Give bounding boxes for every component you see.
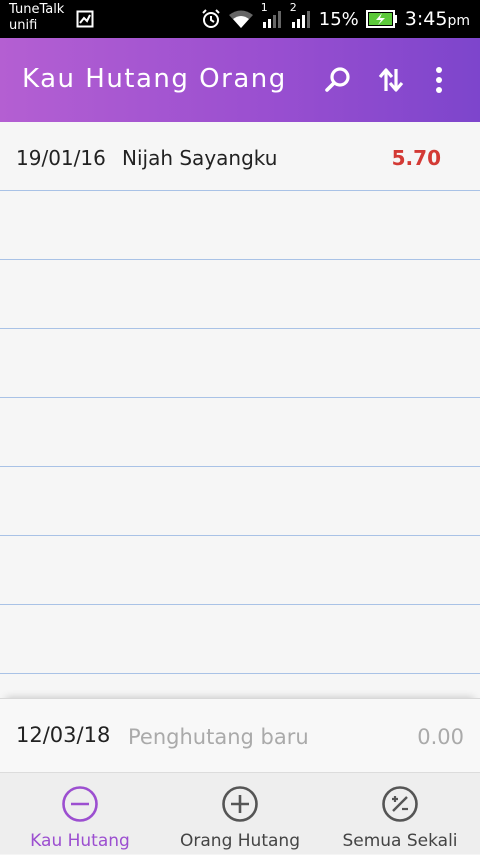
search-icon[interactable] <box>320 62 356 98</box>
percent-circle-icon <box>381 785 419 827</box>
new-debtor-input[interactable]: Penghutang baru <box>128 725 309 749</box>
tab-label: Semua Sekali <box>342 831 458 851</box>
gallery-notification-icon <box>76 10 94 32</box>
battery-percent: 15% <box>318 8 359 30</box>
sim2-label: 2 <box>289 1 297 14</box>
battery-charging-icon <box>365 10 398 28</box>
tab-kau-hutang[interactable]: Kau Hutang <box>30 773 130 855</box>
empty-row <box>0 191 480 260</box>
signal-sim2-icon: 2 <box>290 1 312 29</box>
empty-row <box>0 536 480 605</box>
new-entry-bar: 12/03/18 Penghutang baru 0.00 <box>0 698 480 772</box>
tab-orang-hutang[interactable]: Orang Hutang <box>180 773 300 855</box>
wifi-icon <box>228 9 254 29</box>
empty-row <box>0 260 480 329</box>
carrier-name: TuneTalk unifi <box>9 2 64 34</box>
signal-sim1-icon: 1 <box>261 1 283 29</box>
list-item[interactable]: 19/01/16 Nijah Sayangku 5.70 <box>0 122 480 191</box>
empty-row <box>0 605 480 674</box>
amount-input[interactable]: 0.00 <box>417 725 464 749</box>
tab-label: Orang Hutang <box>180 831 300 851</box>
plus-circle-icon <box>221 785 259 827</box>
sim1-label: 1 <box>260 1 268 14</box>
more-vert-icon[interactable] <box>421 62 457 98</box>
alarm-icon <box>201 9 221 29</box>
tab-semua-sekali[interactable]: Semua Sekali <box>340 773 460 855</box>
minus-circle-icon <box>61 785 99 827</box>
empty-row <box>0 467 480 536</box>
clock-time: 3:45 <box>404 8 448 30</box>
empty-row <box>0 329 480 398</box>
sort-icon[interactable] <box>373 62 409 98</box>
row-amount: 5.70 <box>391 146 441 170</box>
empty-row <box>0 398 480 467</box>
page-title: Kau Hutang Orang <box>22 64 287 94</box>
row-date: 19/01/16 <box>16 146 106 170</box>
row-name: Nijah Sayangku <box>122 146 278 170</box>
clock: 3:45pm <box>405 8 470 30</box>
bottom-nav: Kau Hutang Orang Hutang Semua Sekali <box>0 772 480 854</box>
status-bar: TuneTalk unifi 1 2 15% 3:45pm <box>0 0 480 38</box>
tab-label: Kau Hutang <box>30 831 130 851</box>
clock-ampm: pm <box>447 13 470 29</box>
debt-list: 19/01/16 Nijah Sayangku 5.70 <box>0 122 480 698</box>
carrier-line-1: TuneTalk <box>9 2 65 17</box>
entry-date-field[interactable]: 12/03/18 <box>16 723 110 747</box>
app-bar: Kau Hutang Orang <box>0 38 480 122</box>
carrier-line-2: unifi <box>9 18 38 33</box>
